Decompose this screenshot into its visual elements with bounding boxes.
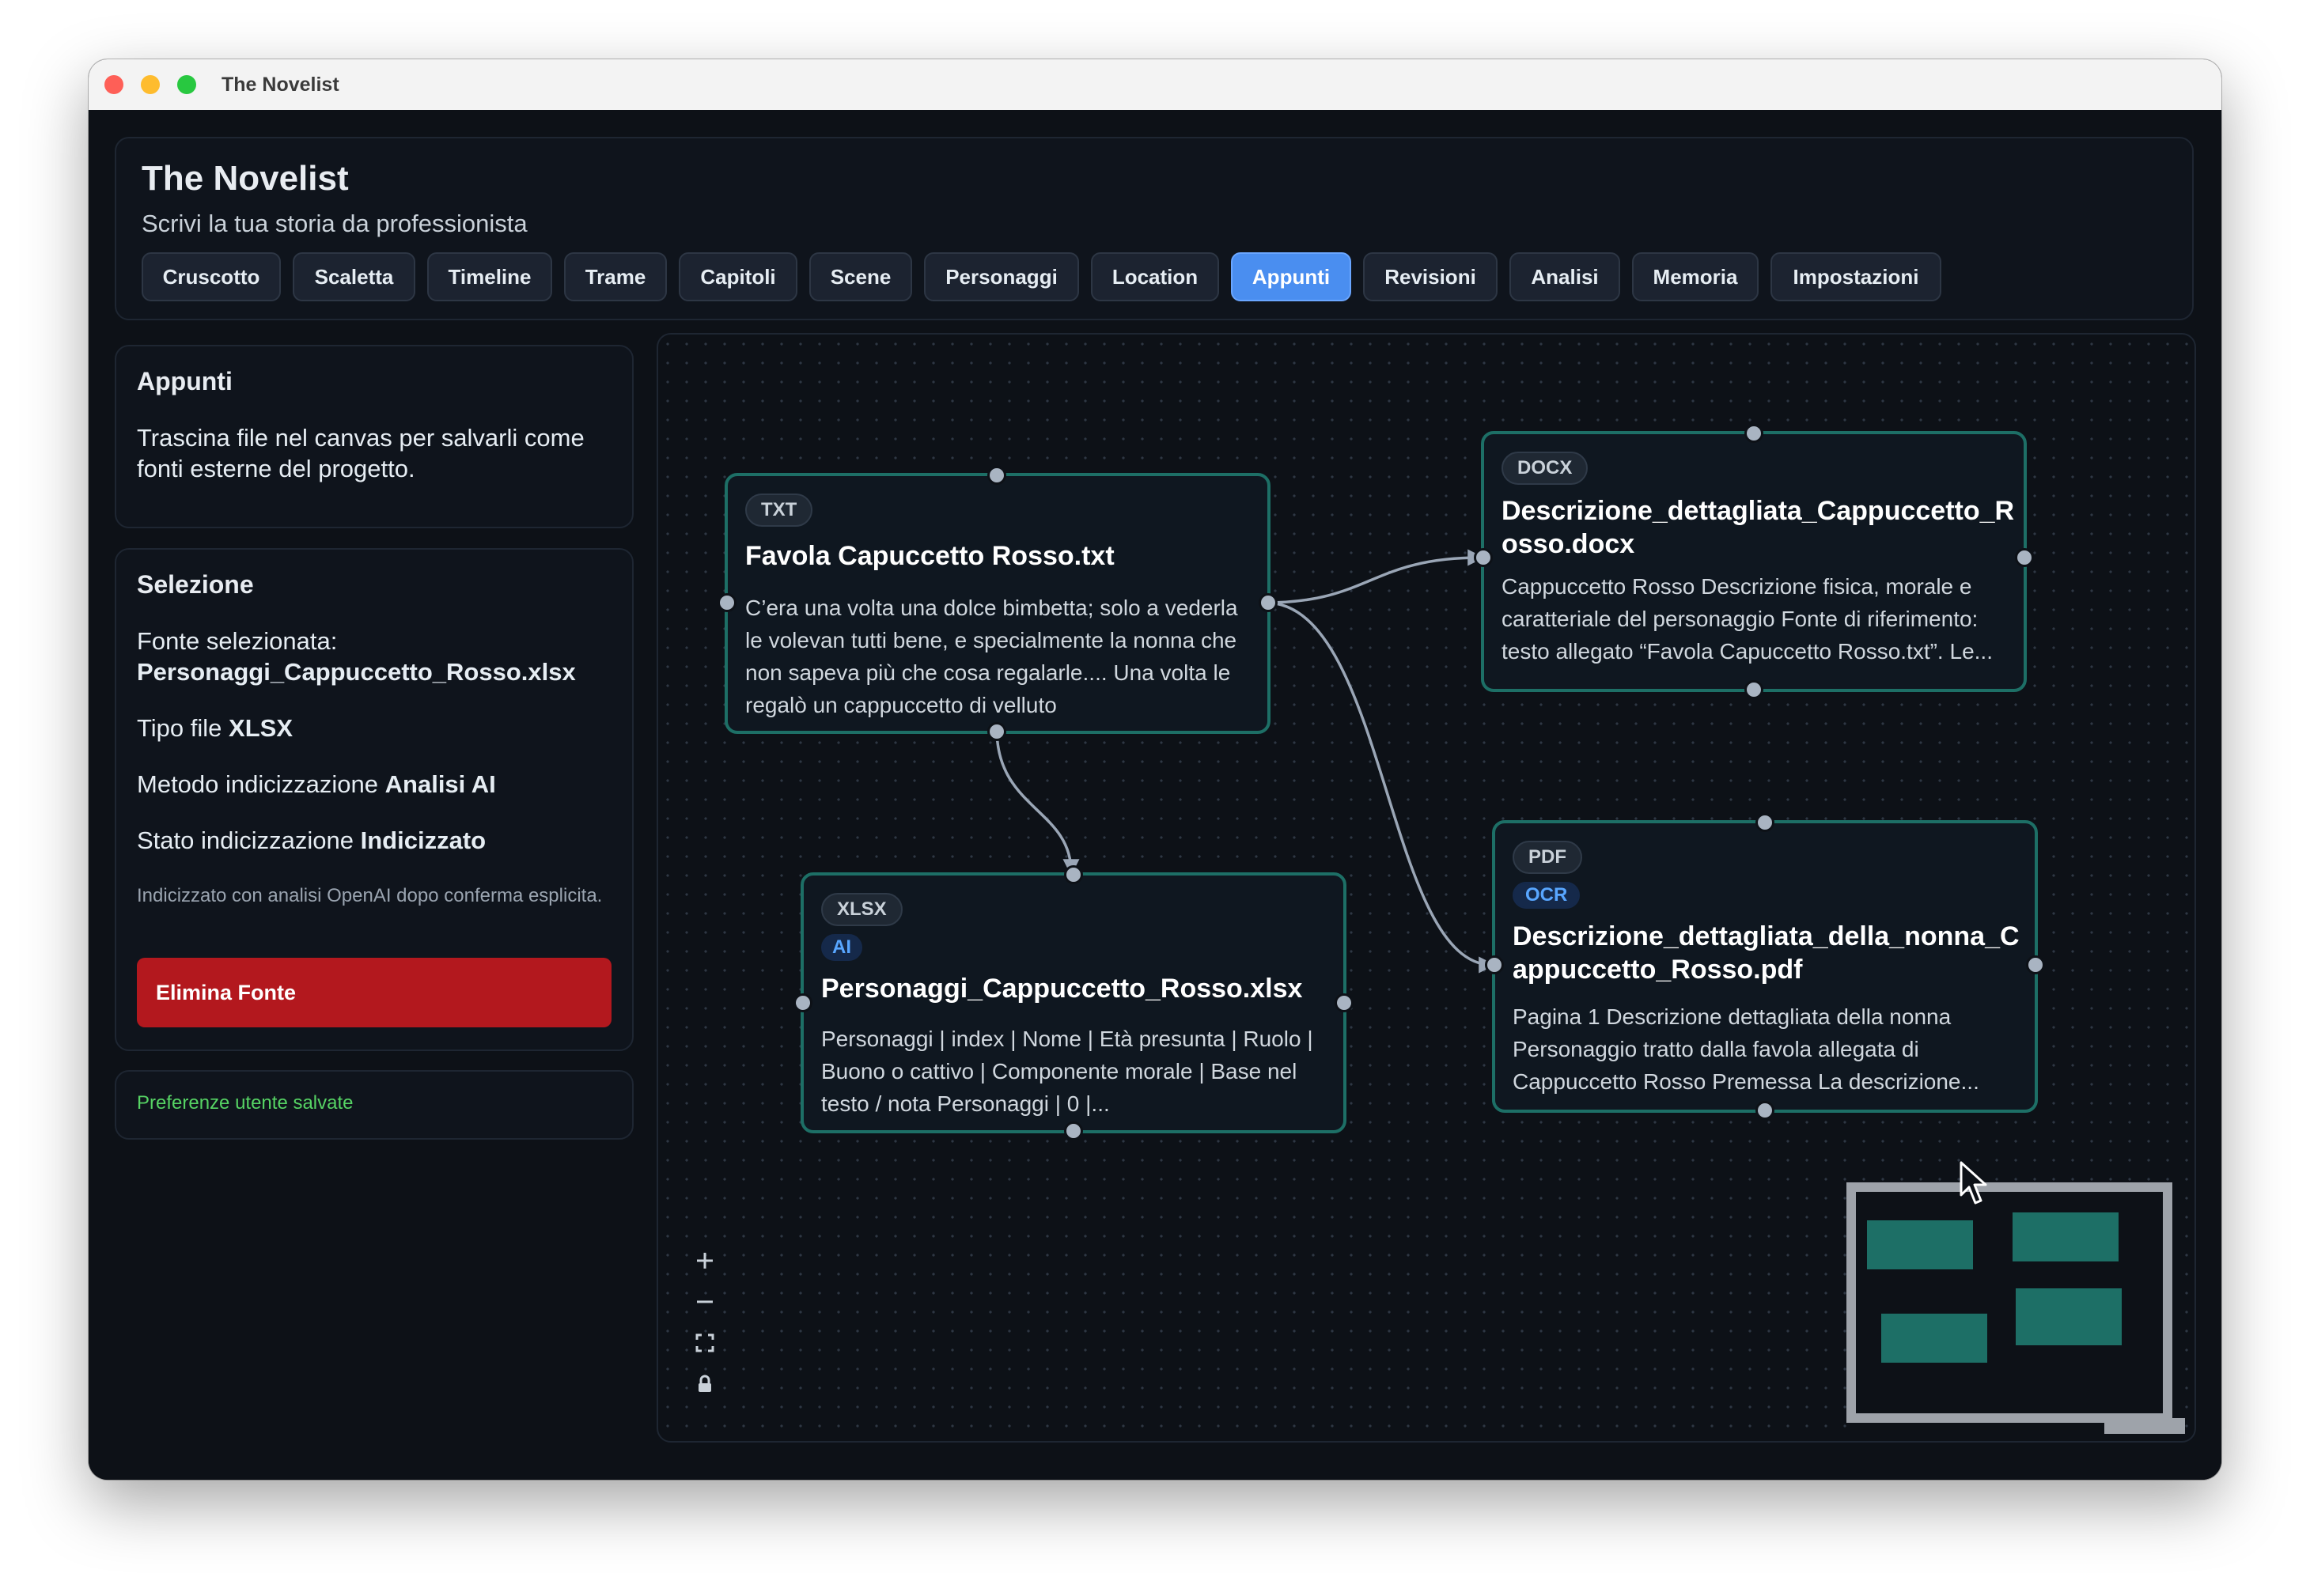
notes-canvas[interactable]: TXT Favola Capuccetto Rosso.txt C’era un… [657, 333, 2196, 1443]
notes-panel-title: Appunti [137, 367, 233, 395]
file-type-row: Tipo file XLSX [137, 713, 612, 743]
minimap-node [2013, 1212, 2119, 1261]
file-type-badge: TXT [745, 494, 813, 527]
minimap-node [1867, 1220, 1973, 1269]
file-type-badge: XLSX [821, 893, 903, 926]
tab-timeline[interactable]: Timeline [427, 252, 552, 301]
index-method-row: Metodo indicizzazione Analisi AI [137, 769, 612, 800]
index-state-row: Stato indicizzazione Indicizzato [137, 825, 612, 856]
index-method-value: Analisi AI [384, 770, 496, 798]
preferences-saved-status: Preferenze utente salvate [137, 1092, 354, 1114]
title-bar: The Novelist [89, 59, 2221, 111]
minimap-node [1881, 1314, 1987, 1363]
zoom-out-button[interactable] [685, 1282, 725, 1322]
file-type-badge: DOCX [1502, 452, 1589, 485]
app-subtitle: Scrivi la tua storia da professionista [142, 210, 528, 237]
index-state-label: Stato indicizzazione [137, 826, 354, 854]
index-note: Indicizzato con analisi OpenAI dopo conf… [137, 885, 603, 906]
file-type-value: XLSX [229, 714, 293, 742]
tab-capitoli[interactable]: Capitoli [679, 252, 797, 301]
source-node-xlsx[interactable]: XLSX AI Personaggi_Cappuccetto_Rosso.xls… [801, 872, 1346, 1133]
tab-impostazioni[interactable]: Impostazioni [1770, 252, 1941, 301]
app-window: The Novelist The Novelist Scrivi la tua … [89, 59, 2221, 1480]
node-handle[interactable] [987, 722, 1006, 741]
mouse-cursor-icon [1960, 1161, 1987, 1205]
fit-view-icon [695, 1333, 714, 1352]
node-handle[interactable] [1064, 1121, 1083, 1140]
tab-scene[interactable]: Scene [809, 252, 912, 301]
minimap-node [2016, 1288, 2122, 1345]
minimize-window-button[interactable] [141, 75, 160, 94]
zoom-window-button[interactable] [177, 75, 196, 94]
tab-location[interactable]: Location [1091, 252, 1219, 301]
app-title: The Novelist [142, 159, 349, 198]
tab-appunti[interactable]: Appunti [1231, 252, 1351, 301]
selected-source-value: Personaggi_Cappuccetto_Rosso.xlsx [137, 658, 576, 686]
notes-panel-description: Trascina file nel canvas per salvarli co… [137, 424, 585, 482]
node-handle[interactable] [1755, 1101, 1774, 1120]
plus-icon [697, 1253, 713, 1269]
tab-memoria[interactable]: Memoria [1632, 252, 1759, 301]
fit-view-button[interactable] [685, 1323, 725, 1363]
source-node-preview: Pagina 1 Descrizione dettagliata della n… [1513, 1004, 1979, 1094]
minimap[interactable] [1846, 1182, 2185, 1434]
tab-scaletta[interactable]: Scaletta [293, 252, 415, 301]
ocr-index-badge: OCR [1513, 882, 1581, 909]
minus-icon [697, 1300, 713, 1303]
source-node-preview: Personaggi | index | Nome | Età presunta… [821, 1027, 1313, 1116]
node-handle[interactable] [718, 593, 737, 612]
zoom-in-button[interactable] [685, 1241, 725, 1280]
source-node-pdf[interactable]: PDF OCR Descrizione_dettagliata_della_no… [1492, 820, 2038, 1113]
node-handle[interactable] [2026, 955, 2045, 974]
source-node-preview: C’era una volta una dolce bimbetta; solo… [745, 596, 1238, 717]
node-handle[interactable] [987, 466, 1006, 485]
node-handle[interactable] [1064, 865, 1083, 884]
tab-cruscotto[interactable]: Cruscotto [142, 252, 281, 301]
node-handle[interactable] [793, 993, 812, 1012]
tab-trame[interactable]: Trame [564, 252, 667, 301]
node-handle[interactable] [1259, 593, 1278, 612]
file-type-label: Tipo file [137, 714, 222, 742]
source-node-txt[interactable]: TXT Favola Capuccetto Rosso.txt C’era un… [725, 473, 1270, 734]
selected-source-label: Fonte selezionata: [137, 627, 338, 655]
node-handle[interactable] [2015, 548, 2034, 567]
node-handle[interactable] [1755, 813, 1774, 832]
status-panel: Preferenze utente salvate [115, 1070, 634, 1140]
edge-txt-to-docx[interactable] [1265, 549, 1485, 604]
tab-analisi[interactable]: Analisi [1509, 252, 1620, 301]
tab-revisioni[interactable]: Revisioni [1363, 252, 1498, 301]
index-state-value: Indicizzato [360, 826, 487, 854]
source-node-title: Descrizione_dettagliata_Cappuccetto_Ross… [1502, 496, 2015, 559]
app-header: The Novelist Scrivi la tua storia da pro… [115, 137, 2194, 320]
window-title: The Novelist [222, 74, 339, 96]
file-type-badge: PDF [1513, 841, 1582, 874]
lock-button[interactable] [685, 1364, 725, 1404]
source-node-title: Descrizione_dettagliata_della_nonna_Capp… [1513, 921, 2020, 985]
notes-panel: Appunti Trascina file nel canvas per sal… [115, 345, 634, 528]
node-handle[interactable] [1335, 993, 1354, 1012]
edge-txt-to-xlsx[interactable] [995, 728, 1080, 876]
app-content: The Novelist Scrivi la tua storia da pro… [89, 110, 2221, 1480]
close-window-button[interactable] [104, 75, 123, 94]
selection-panel: Selezione Fonte selezionata: Personaggi_… [115, 548, 634, 1051]
source-node-title: Personaggi_Cappuccetto_Rosso.xlsx [821, 974, 1303, 1004]
delete-source-button[interactable]: Elimina Fonte [137, 958, 612, 1027]
index-method-label: Metodo indicizzazione [137, 770, 379, 798]
node-handle[interactable] [1474, 548, 1493, 567]
node-handle[interactable] [1744, 680, 1763, 699]
selection-panel-title: Selezione [137, 570, 254, 599]
lock-icon [699, 1375, 711, 1392]
ai-index-badge: AI [821, 934, 862, 961]
selected-source: Fonte selezionata: Personaggi_Cappuccett… [137, 626, 612, 687]
node-handle[interactable] [1485, 955, 1504, 974]
node-handle[interactable] [1744, 424, 1763, 443]
source-node-docx[interactable]: DOCX Descrizione_dettagliata_Cappuccetto… [1481, 431, 2027, 692]
source-node-title: Favola Capuccetto Rosso.txt [745, 541, 1115, 571]
tab-personaggi[interactable]: Personaggi [924, 252, 1079, 301]
source-node-preview: Cappuccetto Rosso Descrizione fisica, mo… [1502, 574, 1993, 664]
